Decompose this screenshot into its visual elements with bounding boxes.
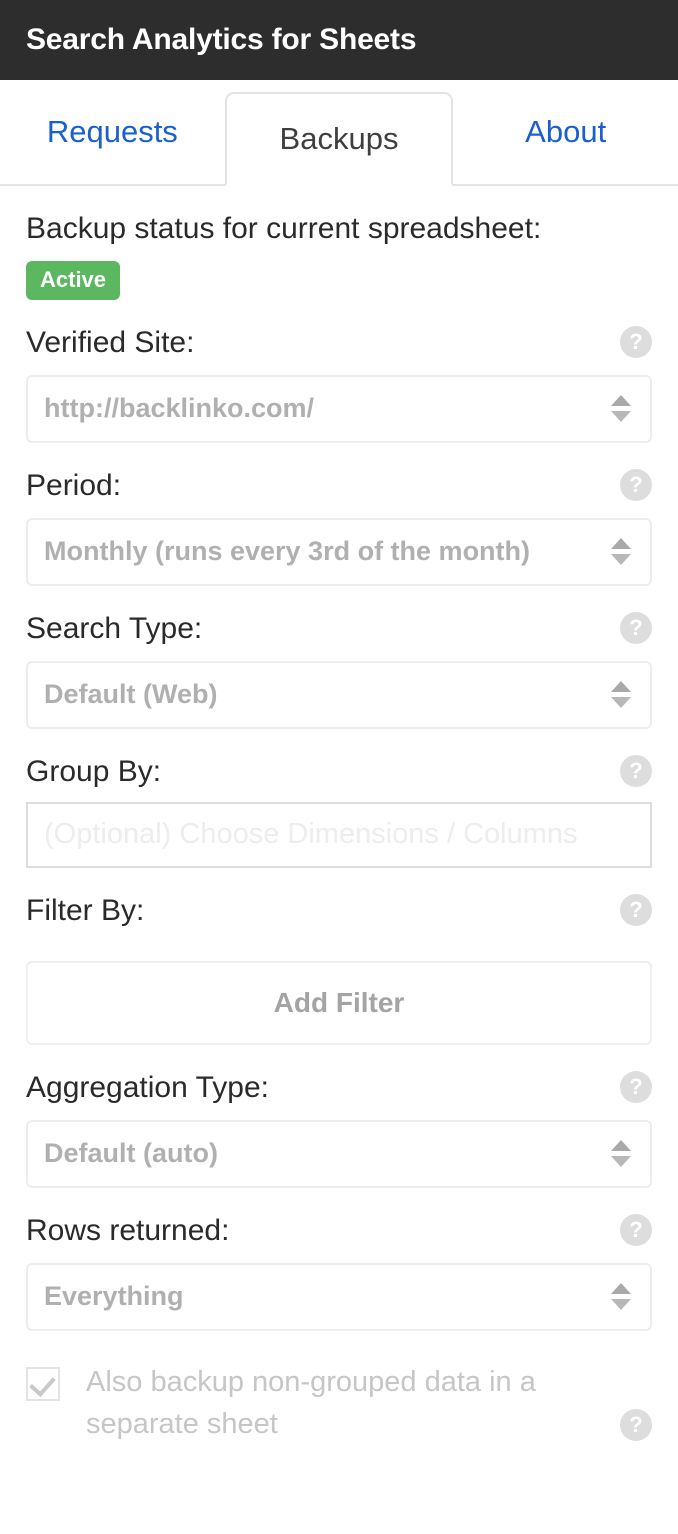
help-icon-period[interactable]: ? [620,469,652,501]
tab-about-label: About [525,114,607,149]
backup-status-label: Backup status for current spreadsheet: [26,212,542,245]
spinner-arrows-icon[interactable] [610,538,632,565]
field-filter-by-header: Filter By: ? [26,894,652,927]
field-group-by-header: Group By: ? [26,755,652,788]
field-period-header: Period: ? [26,469,652,502]
spinner-arrows-icon[interactable] [610,681,632,708]
field-aggregation-type-header: Aggregation Type: ? [26,1071,652,1104]
period-select[interactable]: Monthly (runs every 3rd of the month) [26,517,652,586]
field-filter-by: Filter By: ? Add Filter [26,894,652,1045]
field-rows-returned: Rows returned: ? Everything [26,1214,652,1331]
add-filter-button[interactable]: Add Filter [26,960,652,1045]
help-icon-non-grouped-backup[interactable]: ? [620,1408,652,1441]
spinner-arrows-icon[interactable] [610,1140,632,1167]
page-title: Search Analytics for Sheets [26,23,417,56]
field-search-type-header: Search Type: ? [26,612,652,645]
rows-returned-select[interactable]: Everything [26,1262,652,1331]
backups-form: Backup status for current spreadsheet: A… [0,212,678,1445]
tab-requests-label: Requests [46,114,178,149]
aggregation-type-select[interactable]: Default (auto) [26,1119,652,1188]
non-grouped-backup-label: Also backup non-grouped data in a separa… [86,1365,536,1440]
help-icon-verified-site[interactable]: ? [620,326,652,358]
tab-requests[interactable]: Requests [0,80,225,186]
field-filter-by-label: Filter By: [26,893,145,927]
search-type-select[interactable]: Default (Web) [26,660,652,729]
field-period-label: Period: [26,468,122,502]
tab-about[interactable]: About [453,80,678,186]
aggregation-type-value: Default (auto) [44,1138,218,1168]
period-value: Monthly (runs every 3rd of the month) [44,536,531,566]
field-search-type: Search Type: ? Default (Web) [26,612,652,729]
field-aggregation-type: Aggregation Type: ? Default (auto) [26,1071,652,1188]
field-search-type-label: Search Type: [26,611,203,645]
field-group-by: Group By: ? (Optional) Choose Dimensions… [26,755,652,868]
tab-backups[interactable]: Backups [224,92,454,186]
rows-returned-value: Everything [44,1281,184,1311]
spinner-arrows-icon[interactable] [610,395,632,422]
help-icon-rows-returned[interactable]: ? [620,1214,652,1246]
group-by-input[interactable]: (Optional) Choose Dimensions / Columns [26,801,652,868]
help-icon-filter-by[interactable]: ? [620,894,652,926]
group-by-placeholder: (Optional) Choose Dimensions / Columns [44,818,578,850]
app-header: Search Analytics for Sheets [0,0,678,80]
help-icon-aggregation-type[interactable]: ? [620,1071,652,1103]
verified-site-value: http://backlinko.com/ [44,393,315,423]
field-rows-returned-header: Rows returned: ? [26,1214,652,1247]
field-non-grouped-backup: Also backup non-grouped data in a separa… [26,1361,652,1445]
help-icon-group-by[interactable]: ? [620,755,652,787]
field-period: Period: ? Monthly (runs every 3rd of the… [26,469,652,586]
field-rows-returned-label: Rows returned: [26,1213,230,1247]
search-type-value: Default (Web) [44,679,218,709]
spinner-arrows-icon[interactable] [610,1283,632,1310]
field-verified-site-header: Verified Site: ? [26,326,652,359]
tab-backups-label: Backups [279,121,399,156]
field-verified-site: Verified Site: ? http://backlinko.com/ [26,326,652,443]
tab-bar: Requests Backups About [0,80,678,186]
field-verified-site-label: Verified Site: [26,325,195,359]
verified-site-select[interactable]: http://backlinko.com/ [26,374,652,443]
field-group-by-label: Group By: [26,754,162,788]
status-badge: Active [26,260,121,300]
field-aggregation-type-label: Aggregation Type: [26,1070,269,1104]
non-grouped-backup-checkbox[interactable] [26,1366,60,1401]
help-icon-search-type[interactable]: ? [620,612,652,644]
